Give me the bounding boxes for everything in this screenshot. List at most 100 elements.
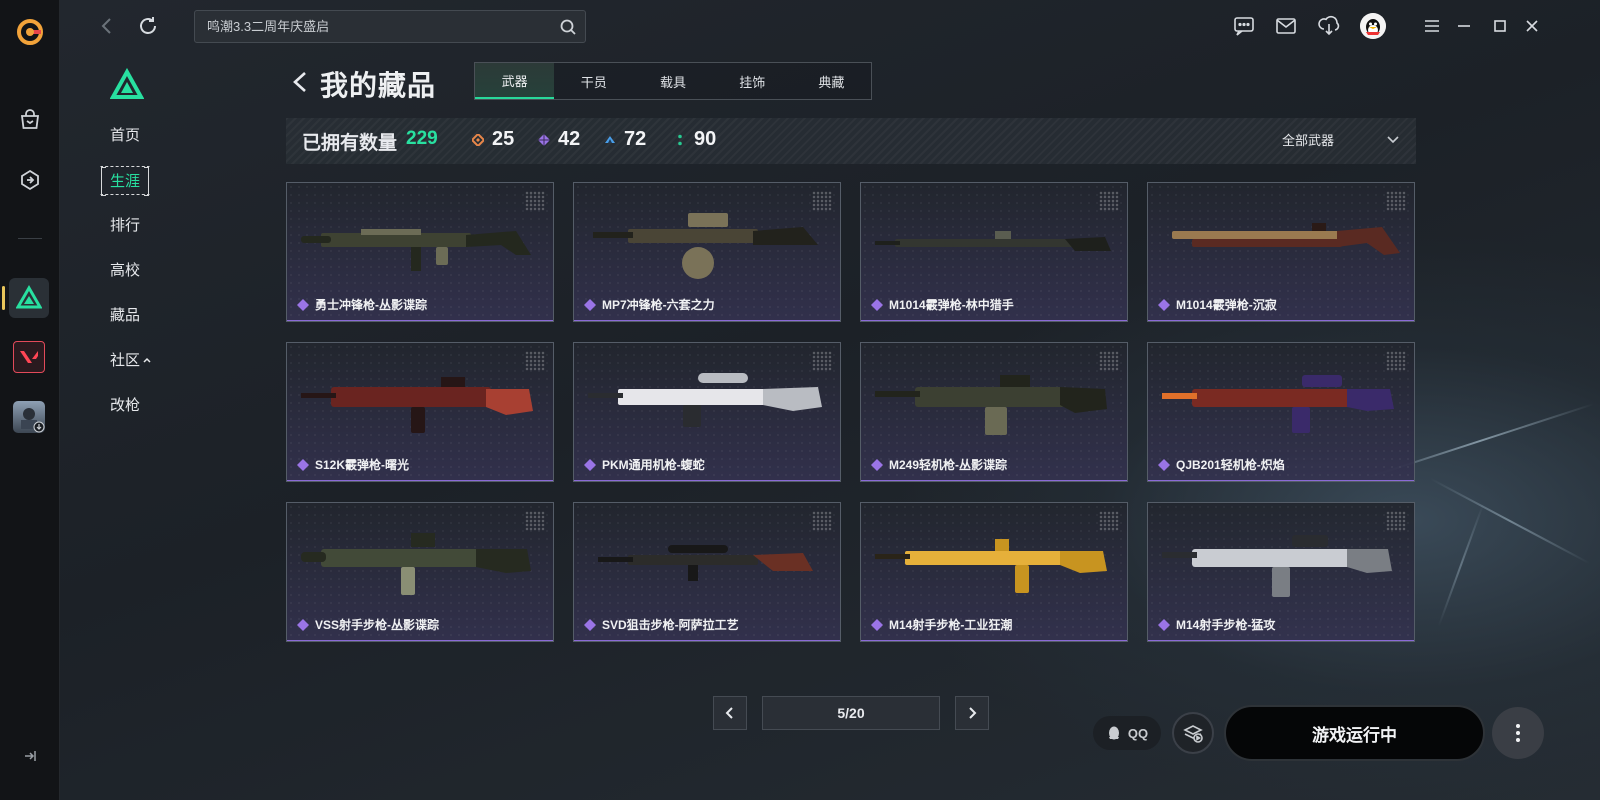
weapon-part	[915, 387, 1065, 407]
weapon-part	[436, 247, 448, 265]
nav-item-collection[interactable]: 藏品	[110, 304, 140, 325]
weapon-part	[441, 377, 465, 387]
rarity-count-green: 90	[674, 128, 716, 151]
weapon-part	[1000, 375, 1030, 387]
valorant-game-icon[interactable]	[13, 341, 45, 373]
purple-diamond-icon	[871, 458, 883, 471]
weapon-card[interactable]: PKM通用机枪-蝮蛇	[573, 342, 841, 482]
weapon-part	[688, 565, 698, 581]
weapon-part	[688, 213, 728, 227]
maximize-icon[interactable]	[1488, 14, 1512, 38]
weapon-part	[1292, 535, 1328, 547]
weapon-part	[1065, 237, 1111, 251]
menu-icon[interactable]	[1420, 14, 1444, 38]
weapon-name-text: M249轻机枪-丛影谍踪	[889, 458, 1008, 472]
user-avatar[interactable]	[1360, 13, 1386, 39]
ownership-stats-bar: 已拥有数量 229 25 42 72 90 全部武器	[286, 118, 1416, 164]
weapon-filter-dropdown[interactable]: 全部武器	[1282, 130, 1402, 152]
weapon-part	[628, 555, 758, 565]
back-arrow-icon[interactable]	[95, 14, 119, 38]
weapon-part	[1192, 239, 1342, 247]
launcher-logo-icon[interactable]	[12, 14, 48, 50]
weapon-part	[301, 552, 326, 562]
weapon-part	[698, 373, 748, 383]
purple-diamond-icon	[1158, 618, 1170, 631]
weapon-name-text: SVD狙击步枪-阿萨拉工艺	[602, 618, 739, 632]
nav-item-ranking[interactable]: 排行	[110, 214, 140, 235]
game-download-icon[interactable]	[13, 401, 45, 433]
more-options-button[interactable]	[1492, 707, 1544, 759]
weapon-part	[476, 549, 531, 573]
weapon-image	[301, 229, 531, 271]
purple-diamond-icon	[584, 458, 596, 471]
delta-force-game-icon[interactable]	[9, 278, 49, 318]
store-bag-icon[interactable]	[12, 102, 48, 138]
nav-item-community[interactable]: 社区	[110, 349, 152, 370]
minimize-icon[interactable]	[1452, 14, 1476, 38]
page-indicator: 5/20	[762, 696, 940, 730]
discover-tag-icon[interactable]	[12, 162, 48, 198]
weapon-image	[588, 373, 822, 427]
owned-count-label: 已拥有数量	[302, 133, 398, 154]
weapon-card[interactable]: QJB201轻机枪-炽焰	[1147, 342, 1415, 482]
weapon-card[interactable]: SVD狙击步枪-阿萨拉工艺	[573, 502, 841, 642]
search-input[interactable]	[207, 18, 547, 33]
next-page-button[interactable]	[955, 696, 989, 730]
weapon-image	[875, 231, 1111, 251]
active-indicator	[2, 286, 5, 310]
chat-icon[interactable]	[1232, 14, 1256, 38]
weapon-part	[331, 387, 491, 407]
weapon-card[interactable]: M14射手步枪-猛攻	[1147, 502, 1415, 642]
weapon-card[interactable]: M1014霰弹枪-沉寂	[1147, 182, 1415, 322]
mail-icon[interactable]	[1274, 14, 1298, 38]
tab-collectibles[interactable]: 典藏	[792, 63, 871, 99]
qq-login-button[interactable]: QQ	[1093, 716, 1161, 750]
weapon-part	[875, 391, 920, 397]
close-icon[interactable]	[1520, 14, 1544, 38]
prev-page-button[interactable]	[713, 696, 747, 730]
collapse-sidebar-icon[interactable]	[20, 746, 40, 766]
qq-label: QQ	[1127, 725, 1149, 741]
weapon-part	[401, 567, 415, 595]
weapon-part	[995, 539, 1009, 551]
rarity-count-value: 90	[694, 128, 717, 150]
weapon-part	[1192, 549, 1352, 567]
weapon-card[interactable]: M249轻机枪-丛影谍踪	[860, 342, 1128, 482]
collection-tabs: 武器 干员 载具 挂饰 典藏	[474, 62, 872, 100]
tab-operators[interactable]: 干员	[554, 63, 633, 99]
tab-vehicles[interactable]: 载具	[633, 63, 712, 99]
weapon-image	[1162, 375, 1394, 433]
page-back-icon[interactable]	[290, 70, 312, 94]
weapon-part	[875, 241, 900, 245]
weapon-image	[593, 213, 818, 279]
launch-game-button[interactable]: 游戏运行中	[1224, 705, 1485, 761]
rarity-count-purple: 42	[538, 128, 580, 151]
weapon-part	[321, 233, 471, 247]
weapon-image	[1172, 223, 1400, 255]
weapon-name-text: M1014霰弹枪-沉寂	[1176, 298, 1277, 312]
weapon-name: M1014霰弹枪-沉寂	[1158, 296, 1277, 313]
weapon-card[interactable]: 勇士冲锋枪-丛影谍踪	[286, 182, 554, 322]
weapon-card[interactable]: S12K霰弹枪-曙光	[286, 342, 554, 482]
nav-item-home[interactable]: 首页	[110, 124, 140, 145]
nav-item-university[interactable]: 高校	[110, 259, 140, 280]
weapon-part	[1347, 549, 1392, 573]
weapon-card[interactable]: M1014霰弹枪-林中猎手	[860, 182, 1128, 322]
nav-item-career[interactable]: 生涯	[100, 166, 151, 196]
rarity-count-value: 72	[624, 128, 647, 150]
weapon-name: PKM通用机枪-蝮蛇	[584, 456, 705, 473]
weapon-part	[1060, 387, 1107, 413]
weapon-card[interactable]: M14射手步枪-工业狂潮	[860, 502, 1128, 642]
tab-charms[interactable]: 挂饰	[713, 63, 792, 99]
weapon-card[interactable]: VSS射手步枪-丛影谍踪	[286, 502, 554, 642]
search-icon[interactable]	[559, 18, 577, 36]
refresh-icon[interactable]	[136, 14, 160, 38]
tab-weapons[interactable]: 武器	[475, 63, 555, 99]
guide-book-button[interactable]	[1172, 712, 1214, 754]
rarity-count-value: 25	[492, 128, 515, 150]
nav-item-gunsmith[interactable]: 改枪	[110, 394, 140, 415]
weapon-part	[321, 549, 481, 567]
weapon-part	[1192, 389, 1352, 407]
download-manager-icon[interactable]	[1317, 14, 1341, 38]
weapon-card[interactable]: MP7冲锋枪-六套之力	[573, 182, 841, 322]
